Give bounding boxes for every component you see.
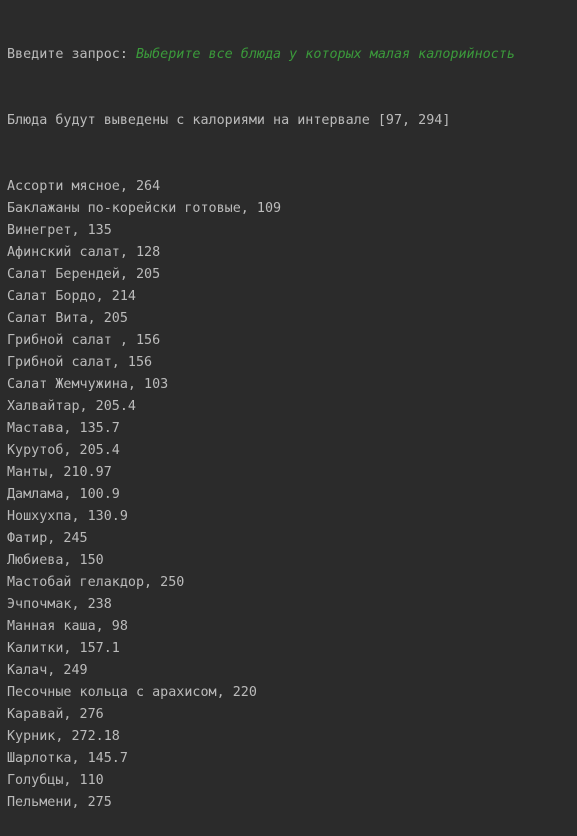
user-input-text: Выберите все блюда у которых малая калор… xyxy=(136,47,515,62)
result-line: Голубцы, 110 xyxy=(7,773,104,788)
result-line: Мастобай гелакдор, 250 xyxy=(7,575,185,590)
result-line: Шарлотка, 145.7 xyxy=(7,751,128,766)
result-line: Мастава, 135.7 xyxy=(7,421,120,436)
result-line: Любиева, 150 xyxy=(7,553,104,568)
result-line: Ношхухпа, 130.9 xyxy=(7,509,128,524)
result-line: Афинский салат, 128 xyxy=(7,245,161,260)
result-line: Каравай, 276 xyxy=(7,707,104,722)
result-line: Салат Вита, 205 xyxy=(7,311,128,326)
result-line: Фатир, 245 xyxy=(7,531,88,546)
prompt-line: Введите запрос: Выберите все блюда у кот… xyxy=(7,44,577,66)
summary-line: Блюда будут выведены с калориями на инте… xyxy=(7,113,451,128)
result-line: Халвайтар, 205.4 xyxy=(7,399,136,414)
result-line: Манты, 210.97 xyxy=(7,465,112,480)
result-line: Курутоб, 205.4 xyxy=(7,443,120,458)
result-line: Курник, 272.18 xyxy=(7,729,120,744)
result-line: Калитки, 157.1 xyxy=(7,641,120,656)
result-line: Грибной салат, 156 xyxy=(7,355,153,370)
result-line: Грибной салат , 156 xyxy=(7,333,161,348)
console-output[interactable]: Введите запрос: Выберите все блюда у кот… xyxy=(0,0,577,810)
results-list: Ассорти мясное, 264 Баклажаны по-корейски… xyxy=(7,176,577,814)
result-line: Манная каша, 98 xyxy=(7,619,128,634)
result-line: Эчпочмак, 238 xyxy=(7,597,112,612)
result-line: Ассорти мясное, 264 xyxy=(7,179,161,194)
result-line: Салат Берендей, 205 xyxy=(7,267,161,282)
result-line: Салат Бордо, 214 xyxy=(7,289,136,304)
prompt-label: Введите запрос: xyxy=(7,47,136,62)
result-line: Песочные кольца с арахисом, 220 xyxy=(7,685,257,700)
result-line: Дамлама, 100.9 xyxy=(7,487,120,502)
result-line: Калач, 249 xyxy=(7,663,88,678)
result-line: Салат Жемчужина, 103 xyxy=(7,377,169,392)
result-line: Винегрет, 135 xyxy=(7,223,112,238)
result-line: Баклажаны по-корейски готовые, 109 xyxy=(7,201,282,216)
result-line: Пельмени, 275 xyxy=(7,795,112,810)
